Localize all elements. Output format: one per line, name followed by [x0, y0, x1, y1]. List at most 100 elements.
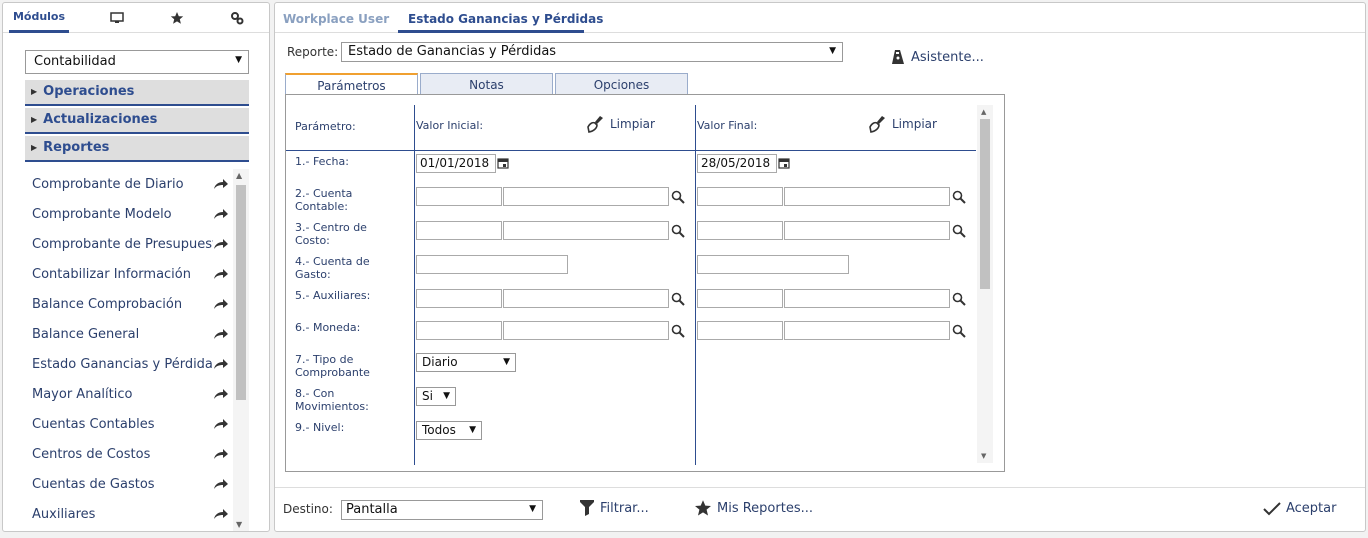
section-actualizaciones[interactable]: ▶ Actualizaciones — [25, 108, 249, 134]
scrollbar-thumb[interactable] — [236, 185, 246, 400]
scroll-down-icon[interactable]: ▼ — [981, 452, 986, 460]
auxiliares-inicial-desc[interactable] — [503, 289, 669, 308]
footer-divider — [275, 487, 1365, 488]
wizard-button[interactable]: Asistente... — [891, 49, 984, 65]
share-arrow-icon[interactable] — [213, 388, 229, 400]
search-icon[interactable] — [671, 324, 685, 338]
centro-costo-inicial-desc[interactable] — [503, 221, 669, 240]
search-icon[interactable] — [952, 292, 966, 306]
cuenta-contable-final-code[interactable] — [697, 187, 783, 206]
nivel-select[interactable]: Todos ▼ — [416, 421, 482, 440]
tab-settings[interactable] — [207, 3, 267, 33]
menu-item-centros-costos[interactable]: Centros de Costos — [25, 439, 235, 469]
cuenta-contable-inicial-code[interactable] — [416, 187, 502, 206]
centro-costo-final-code[interactable] — [697, 221, 783, 240]
share-arrow-icon[interactable] — [213, 238, 229, 250]
destino-label: Destino: — [283, 502, 333, 516]
param-label-line: 8.- Con — [295, 387, 335, 400]
menu-item-cuentas-gastos[interactable]: Cuentas de Gastos — [25, 469, 235, 499]
search-icon[interactable] — [952, 190, 966, 204]
tab-favorites[interactable] — [147, 3, 207, 33]
cuenta-gasto-final-input[interactable] — [697, 255, 849, 274]
centro-costo-inicial-code[interactable] — [416, 221, 502, 240]
share-arrow-icon[interactable] — [213, 328, 229, 340]
destino-select[interactable]: Pantalla ▼ — [341, 500, 543, 520]
share-arrow-icon[interactable] — [213, 208, 229, 220]
tipo-comprobante-select[interactable]: Diario ▼ — [416, 353, 516, 372]
menu-item-comprobante-diario[interactable]: Comprobante de Diario — [25, 169, 235, 199]
filtrar-button[interactable]: Filtrar... — [579, 499, 649, 517]
menu-item-balance-general[interactable]: Balance General — [25, 319, 235, 349]
parameters-scrollbar[interactable]: ▲ ▼ — [977, 105, 993, 463]
menu-item-cuentas-contables[interactable]: Cuentas Contables — [25, 409, 235, 439]
section-reportes[interactable]: ▶ Reportes — [25, 136, 249, 162]
fecha-final-input[interactable]: 28/05/2018 — [697, 154, 777, 173]
chevron-down-icon: ▼ — [503, 357, 510, 367]
share-arrow-icon[interactable] — [213, 448, 229, 460]
column-header-valor-final: Valor Final: — [697, 119, 758, 132]
clear-final-button[interactable]: Limpiar — [868, 115, 937, 133]
menu-scrollbar[interactable]: ▲ ▼ — [233, 169, 249, 531]
tab-screens[interactable] — [87, 3, 147, 33]
search-icon[interactable] — [952, 324, 966, 338]
share-arrow-icon[interactable] — [213, 178, 229, 190]
centro-costo-final-desc[interactable] — [784, 221, 950, 240]
cuenta-contable-final-desc[interactable] — [784, 187, 950, 206]
caret-right-icon: ▶ — [31, 87, 38, 96]
aceptar-button[interactable]: Aceptar — [1263, 501, 1336, 516]
tab-workplace-user[interactable]: Workplace User — [283, 12, 389, 26]
moneda-final-code[interactable] — [697, 321, 783, 340]
menu-item-mayor-analitico[interactable]: Mayor Analítico — [25, 379, 235, 409]
module-select[interactable]: Contabilidad ▼ — [25, 50, 249, 74]
tab-modulos[interactable]: Módulos — [9, 3, 69, 33]
moneda-final-desc[interactable] — [784, 321, 950, 340]
module-select-value: Contabilidad — [34, 54, 116, 69]
menu-item-comprobante-presupuestos[interactable]: Comprobante de Presupuestos — [25, 229, 235, 259]
share-arrow-icon[interactable] — [213, 268, 229, 280]
mis-reportes-button[interactable]: Mis Reportes... — [694, 499, 813, 517]
fecha-inicial-input[interactable]: 01/01/2018 — [416, 154, 496, 173]
cuenta-gasto-inicial-input[interactable] — [416, 255, 568, 274]
calendar-icon[interactable] — [778, 157, 790, 169]
search-icon[interactable] — [671, 190, 685, 204]
search-icon[interactable] — [671, 224, 685, 238]
tab-notas[interactable]: Notas — [420, 73, 553, 95]
menu-item-auxiliares[interactable]: Auxiliares — [25, 499, 235, 529]
calendar-icon[interactable] — [497, 157, 509, 169]
share-arrow-icon[interactable] — [213, 358, 229, 370]
param-label-line: 6.- Moneda: — [295, 321, 361, 334]
menu-item-comprobante-modelo[interactable]: Comprobante Modelo — [25, 199, 235, 229]
tab-parametros[interactable]: Parámetros — [285, 73, 418, 96]
scroll-up-icon[interactable]: ▲ — [236, 171, 242, 180]
cuenta-contable-inicial-desc[interactable] — [503, 187, 669, 206]
clear-initial-button[interactable]: Limpiar — [586, 115, 655, 133]
menu-item-balance-comprobacion[interactable]: Balance Comprobación — [25, 289, 235, 319]
search-icon[interactable] — [952, 224, 966, 238]
share-arrow-icon[interactable] — [213, 478, 229, 490]
report-select[interactable]: Estado de Ganancias y Pérdidas ▼ — [341, 42, 843, 62]
auxiliares-final-desc[interactable] — [784, 289, 950, 308]
auxiliares-final-code[interactable] — [697, 289, 783, 308]
auxiliares-inicial-code[interactable] — [416, 289, 502, 308]
search-icon[interactable] — [671, 292, 685, 306]
con-movimientos-select[interactable]: Si ▼ — [416, 387, 456, 406]
param-label-line: 3.- Centro de — [295, 221, 367, 234]
moneda-inicial-desc[interactable] — [503, 321, 669, 340]
param-label-line: Contable: — [295, 200, 348, 213]
scrollbar-thumb[interactable] — [980, 119, 990, 289]
menu-item-estado-ganancias[interactable]: Estado Ganancias y Pérdidas — [25, 349, 235, 379]
aceptar-label: Aceptar — [1286, 501, 1337, 516]
share-arrow-icon[interactable] — [213, 418, 229, 430]
moneda-inicial-code[interactable] — [416, 321, 502, 340]
tab-opciones[interactable]: Opciones — [555, 73, 688, 95]
section-operaciones[interactable]: ▶ Operaciones — [25, 80, 249, 106]
tab-estado-ganancias[interactable]: Estado Ganancias y Pérdidas — [408, 12, 603, 26]
share-arrow-icon[interactable] — [213, 298, 229, 310]
scroll-down-icon[interactable]: ▼ — [236, 520, 242, 529]
scroll-up-icon[interactable]: ▲ — [981, 108, 986, 116]
share-arrow-icon[interactable] — [213, 508, 229, 520]
monitor-icon — [110, 12, 124, 23]
param-label-line: 1.- Fecha: — [295, 155, 349, 168]
menu-item-contabilizar-informacion[interactable]: Contabilizar Información — [25, 259, 235, 289]
select-value: Todos — [422, 423, 456, 437]
